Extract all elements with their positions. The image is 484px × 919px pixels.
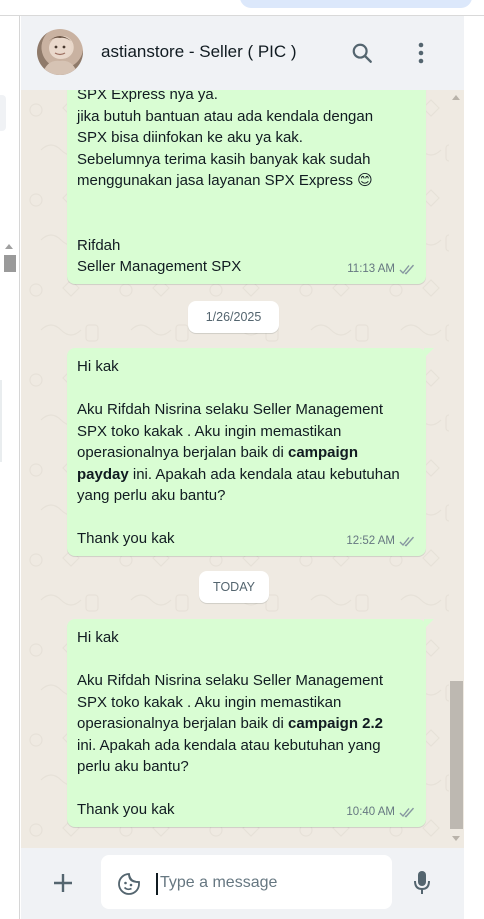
message-meta: 12:52 AM xyxy=(346,531,416,553)
chat-list-item-edge[interactable] xyxy=(0,95,6,131)
message-line xyxy=(77,378,416,400)
window-right-edge xyxy=(464,16,484,919)
message-line: SPX toko kakak . Aku ingin memastikan xyxy=(77,422,342,440)
message-line: yang perlu aku bantu? xyxy=(77,487,226,504)
message-line: menggunakan jasa layanan SPX Express 😊 xyxy=(77,172,373,189)
double-check-icon xyxy=(399,536,415,547)
double-check-icon xyxy=(399,264,415,275)
message-bubble-outgoing[interactable]: Hi kak Aku Rifdah Nisrina selaku Seller … xyxy=(67,348,434,556)
plus-icon[interactable] xyxy=(51,868,75,898)
message-time: 10:40 AM xyxy=(346,805,395,818)
chat-list-edge xyxy=(0,16,20,919)
message-meta: 10:40 AM xyxy=(346,802,416,824)
message-bold-text: payday xyxy=(77,465,129,483)
message-line: Rifdah xyxy=(77,236,121,254)
message-composer xyxy=(21,848,464,919)
message-bold-text: campaign 2.2 xyxy=(287,715,384,732)
scroll-down-arrow[interactable] xyxy=(452,836,460,841)
message-line xyxy=(77,649,416,671)
message-list-scrollbar-thumb[interactable] xyxy=(450,681,463,829)
message-line xyxy=(77,192,416,214)
search-icon[interactable] xyxy=(347,38,377,68)
date-separator: 1/26/2025 xyxy=(188,301,279,333)
sticker-icon[interactable] xyxy=(117,872,141,896)
microphone-icon[interactable] xyxy=(411,868,433,898)
scroll-up-arrow[interactable] xyxy=(452,95,460,100)
contact-name[interactable]: astianstore - Seller ( PIC ) xyxy=(101,42,297,62)
browser-top-strip xyxy=(0,0,484,16)
message-line: Aku Rifdah Nisrina selaku Seller Managem… xyxy=(77,672,383,689)
message-time: 11:13 AM xyxy=(347,262,395,275)
message-line: payday ini. Apakah ada kendala atau kebu… xyxy=(77,464,416,486)
chat-list-scroll-up-arrow[interactable] xyxy=(5,244,13,249)
message-text: operasionalnya berjalan baik di xyxy=(77,715,284,732)
avatar-photo xyxy=(42,36,78,75)
text-caret xyxy=(156,873,158,895)
message-line: ini. Apakah ada kendala atau kebutuhan y… xyxy=(77,736,381,754)
message-meta: 11:13 AM xyxy=(347,259,416,281)
message-bubble-outgoing[interactable]: SPX Express nya ya. jika butuh bantuan a… xyxy=(67,78,426,284)
message-bubble-outgoing[interactable]: Hi kak Aku Rifdah Nisrina selaku Seller … xyxy=(67,619,434,827)
bubble-tail xyxy=(424,619,434,629)
message-input[interactable] xyxy=(160,869,380,897)
double-check-icon xyxy=(399,807,415,818)
message-line: SPX toko kakak . Aku ingin memastikan xyxy=(77,693,342,711)
message-line xyxy=(77,778,416,800)
date-separator: TODAY xyxy=(199,571,269,603)
header-bottom-fill xyxy=(21,75,464,90)
message-line: Aku Rifdah Nisrina selaku Seller Managem… xyxy=(77,401,383,418)
avatar[interactable] xyxy=(37,29,83,75)
message-text: ini. Apakah ada kendala atau kebutuhan xyxy=(128,465,400,483)
message-line: SPX bisa diinfokan ke aku ya kak. xyxy=(77,129,303,146)
more-vertical-icon[interactable] xyxy=(406,38,436,68)
chat-list-scrollbar-thumb[interactable] xyxy=(4,255,16,272)
chat-list-divider xyxy=(0,380,2,462)
bubble-tail xyxy=(424,348,434,358)
message-text: operasionalnya berjalan baik di xyxy=(77,444,284,461)
message-time: 12:52 AM xyxy=(346,534,395,547)
browser-tab-pill[interactable] xyxy=(240,0,472,8)
message-line: jika butuh bantuan atau ada kendala deng… xyxy=(77,107,374,125)
message-line: Hi kak xyxy=(77,358,119,375)
message-line xyxy=(77,213,416,235)
message-bold-text: campaign xyxy=(287,444,359,461)
message-line: Sebelumnya terima kasih banyak kak sudah xyxy=(77,150,371,168)
message-line xyxy=(77,507,416,529)
message-input-box[interactable] xyxy=(101,855,392,909)
message-line: operasionalnya berjalan baik di campaign… xyxy=(77,713,416,735)
message-line: operasionalnya berjalan baik di campaign xyxy=(77,442,416,464)
message-line: Hi kak xyxy=(77,629,119,646)
message-line: perlu aku bantu? xyxy=(77,758,189,775)
